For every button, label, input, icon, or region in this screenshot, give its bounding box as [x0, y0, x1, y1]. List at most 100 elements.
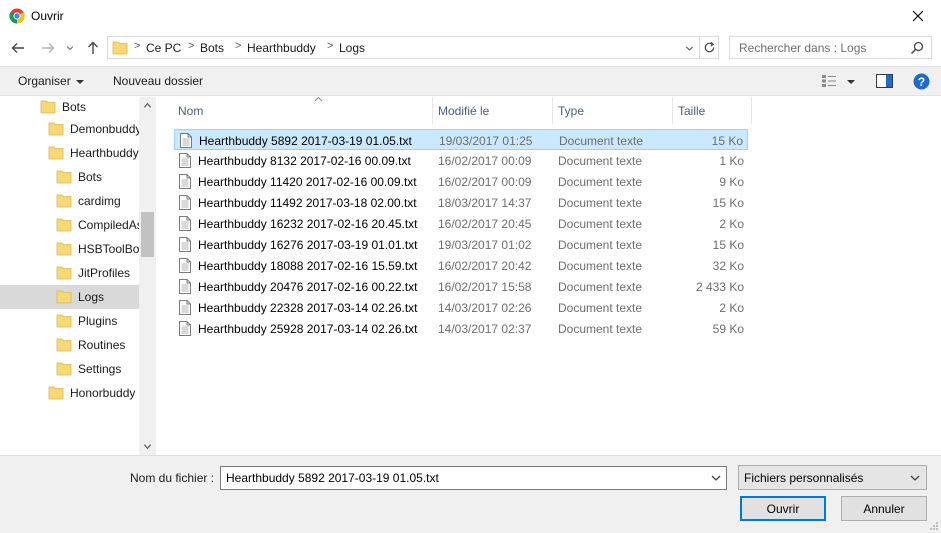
file-size: 2 Ko — [719, 301, 744, 315]
tree-item-compiledassemblies[interactable]: CompiledAssemblies — [0, 213, 139, 237]
breadcrumb-logs[interactable]: Logs — [339, 41, 365, 55]
help-icon[interactable]: ? — [913, 73, 930, 90]
close-button[interactable] — [895, 0, 941, 32]
file-name: Hearthbuddy 25928 2017-03-14 02.26.txt — [198, 322, 418, 336]
text-file-icon — [179, 195, 191, 210]
column-header-date[interactable]: Modifié le — [433, 97, 553, 124]
file-date: 16/02/2017 20:45 — [438, 217, 532, 231]
tree-item-plugins[interactable]: Plugins — [0, 309, 139, 333]
filename-combobox[interactable]: Hearthbuddy 5892 2017-03-19 01.05.txt — [220, 466, 727, 490]
resize-grip-icon[interactable] — [929, 521, 939, 531]
preview-pane-icon[interactable] — [876, 74, 893, 88]
filename-label: Nom du fichier : — [130, 471, 215, 485]
folder-icon — [56, 314, 72, 328]
search-input[interactable]: Rechercher dans : Logs — [739, 41, 866, 55]
search-icon[interactable] — [910, 41, 924, 55]
file-row[interactable]: Hearthbuddy 11420 2017-02-16 00.09.txt 16… — [174, 171, 748, 192]
folder-icon — [112, 41, 128, 55]
back-button[interactable] — [7, 38, 29, 58]
file-type: Document texte — [558, 301, 643, 315]
folder-icon — [56, 194, 72, 208]
text-file-icon — [179, 258, 191, 273]
forward-button[interactable] — [37, 38, 59, 58]
file-row[interactable]: Hearthbuddy 22328 2017-03-14 02.26.txt 14… — [174, 297, 748, 318]
folder-icon — [56, 266, 72, 280]
file-type: Document texte — [559, 134, 644, 148]
file-type: Document texte — [558, 175, 643, 189]
tree-item-honorbuddy[interactable]: Honorbuddy — [0, 381, 139, 405]
tree-item-routines[interactable]: Routines — [0, 333, 139, 357]
file-row[interactable]: Hearthbuddy 5892 2017-03-19 01.05.txt 19/… — [174, 129, 748, 150]
filename-field[interactable]: Hearthbuddy 5892 2017-03-19 01.05.txt — [226, 471, 439, 485]
scrollbar-thumb[interactable] — [141, 212, 154, 257]
breadcrumb-bots[interactable]: Bots — [200, 41, 224, 55]
back-arrow-icon — [11, 43, 24, 53]
file-date: 14/03/2017 02:26 — [438, 301, 532, 315]
breadcrumb-ce-pc[interactable]: Ce PC — [146, 41, 181, 55]
address-row: > Ce PC > Bots > Hearthbuddy > Logs Rech… — [0, 36, 941, 60]
file-row[interactable]: Hearthbuddy 16276 2017-03-19 01.01.txt 19… — [174, 234, 748, 255]
file-row[interactable]: Hearthbuddy 11492 2017-03-18 02.00.txt 18… — [174, 192, 748, 213]
cancel-button[interactable]: Annuler — [841, 496, 927, 521]
up-arrow-icon — [88, 41, 98, 54]
file-date: 19/03/2017 01:02 — [438, 238, 532, 252]
tree-item-logs[interactable]: Logs — [0, 285, 139, 309]
dialog-footer: Nom du fichier : Hearthbuddy 5892 2017-0… — [0, 455, 941, 533]
recent-locations-button[interactable] — [62, 38, 78, 58]
file-type: Document texte — [558, 322, 643, 336]
tree-item-bots[interactable]: Bots — [0, 95, 139, 119]
refresh-button[interactable] — [699, 37, 719, 58]
view-options-dropdown[interactable] — [847, 80, 855, 84]
breadcrumb-separator: > — [327, 40, 334, 52]
navigation-scrollbar[interactable] — [139, 97, 156, 455]
chevron-down-icon[interactable] — [710, 472, 722, 484]
file-date: 16/02/2017 00:09 — [438, 154, 532, 168]
folder-icon — [48, 146, 64, 160]
title-bar: Ouvrir — [0, 0, 941, 32]
scroll-up-button[interactable] — [139, 97, 156, 114]
file-row[interactable]: Hearthbuddy 16232 2017-02-16 20.45.txt 16… — [174, 213, 748, 234]
file-date: 16/02/2017 20:42 — [438, 259, 532, 273]
file-row[interactable]: Hearthbuddy 25928 2017-03-14 02.26.txt 14… — [174, 318, 748, 339]
address-dropdown-button[interactable] — [682, 41, 696, 55]
file-size: 1 Ko — [719, 154, 744, 168]
column-header-name[interactable]: Nom — [174, 96, 433, 124]
folder-icon — [56, 218, 72, 232]
tree-item-hearthbuddy[interactable]: Hearthbuddy — [0, 141, 139, 165]
view-details-icon[interactable] — [821, 74, 837, 88]
address-bar[interactable]: > Ce PC > Bots > Hearthbuddy > Logs — [107, 36, 719, 59]
tree-item-hsbtoolbox[interactable]: HSBToolBox — [0, 237, 139, 261]
tree-item-demonbuddy[interactable]: Demonbuddy — [0, 117, 139, 141]
file-type: Document texte — [558, 154, 643, 168]
file-date: 16/02/2017 15:58 — [438, 280, 532, 294]
text-file-icon — [179, 237, 191, 252]
organize-button[interactable]: Organiser — [18, 74, 84, 88]
tree-item-bots-sub[interactable]: Bots — [0, 165, 139, 189]
chevron-down-icon — [75, 79, 84, 84]
up-button[interactable] — [82, 38, 104, 58]
file-row[interactable]: Hearthbuddy 8132 2017-02-16 00.09.txt 16/… — [174, 150, 748, 171]
column-header-type[interactable]: Type — [553, 97, 673, 124]
tree-item-cardimg[interactable]: cardimg — [0, 189, 139, 213]
new-folder-button[interactable]: Nouveau dossier — [113, 74, 203, 88]
file-size: 32 Ko — [712, 259, 744, 273]
column-header-size[interactable]: Taille — [673, 97, 752, 124]
folder-icon — [48, 122, 64, 136]
breadcrumb-hearthbuddy[interactable]: Hearthbuddy — [247, 41, 316, 55]
text-file-icon — [179, 300, 191, 315]
open-button[interactable]: Ouvrir — [740, 496, 826, 521]
file-date: 19/03/2017 01:25 — [439, 134, 533, 148]
file-size: 59 Ko — [712, 322, 744, 336]
file-row[interactable]: Hearthbuddy 20476 2017-02-16 00.22.txt 16… — [174, 276, 748, 297]
file-row[interactable]: Hearthbuddy 18088 2017-02-16 15.59.txt 16… — [174, 255, 748, 276]
tree-item-settings[interactable]: Settings — [0, 357, 139, 381]
chevron-up-icon — [143, 102, 152, 108]
scroll-down-button[interactable] — [139, 438, 156, 455]
file-name: Hearthbuddy 5892 2017-03-19 01.05.txt — [199, 134, 412, 148]
file-size: 15 Ko — [712, 196, 744, 210]
tree-item-jitprofiles[interactable]: JitProfiles — [0, 261, 139, 285]
search-box[interactable]: Rechercher dans : Logs — [729, 36, 932, 59]
file-name: Hearthbuddy 11420 2017-02-16 00.09.txt — [198, 175, 417, 189]
file-type-select[interactable]: Fichiers personnalisés — [738, 465, 927, 490]
folder-icon — [40, 100, 56, 114]
